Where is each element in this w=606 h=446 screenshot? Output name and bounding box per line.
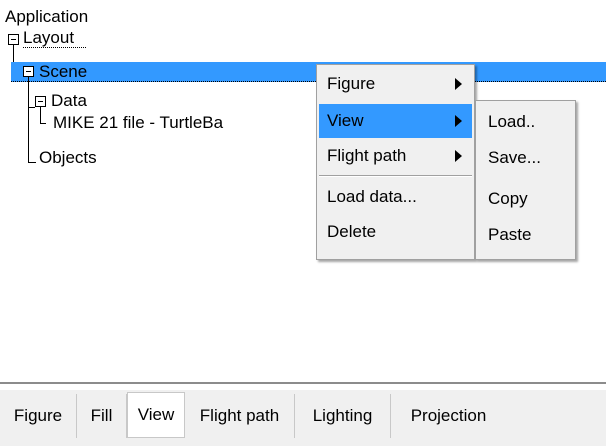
tab-label: Fill bbox=[90, 406, 113, 425]
collapse-layout-icon[interactable] bbox=[8, 34, 19, 45]
menu-item-label: Copy bbox=[488, 189, 528, 208]
menu-item-label: Save... bbox=[488, 148, 541, 167]
tab-fill[interactable]: Fill bbox=[77, 394, 127, 438]
menu-item-load-data[interactable]: Load data... bbox=[319, 180, 472, 214]
menu-separator bbox=[319, 176, 472, 177]
selection-dotted-border bbox=[11, 81, 606, 82]
tab-label: View bbox=[137, 405, 175, 424]
tree-node-mike21-file[interactable]: MIKE 21 file - TurtleBa bbox=[53, 113, 315, 133]
tab-projection[interactable]: Projection bbox=[391, 394, 506, 438]
tree-node-application[interactable]: Application bbox=[5, 7, 88, 27]
tree-connector-line bbox=[28, 107, 35, 108]
collapse-data-icon[interactable] bbox=[35, 96, 46, 107]
menu-item-label: Delete bbox=[327, 222, 377, 241]
tab-bar: Figure Fill View Flight path Lighting Pr… bbox=[0, 390, 606, 446]
tab-label: Figure bbox=[13, 406, 63, 425]
menu-item-label: Flight path bbox=[327, 146, 407, 165]
tree-node-objects[interactable]: Objects bbox=[39, 148, 97, 168]
menu-item-view[interactable]: View bbox=[319, 104, 472, 138]
tab-label: Lighting bbox=[312, 406, 373, 425]
tab-label: Flight path bbox=[199, 406, 280, 425]
menu-item-label: Load data... bbox=[327, 187, 417, 206]
menu-item-label: Load.. bbox=[488, 112, 536, 131]
submenu-arrow-icon bbox=[455, 78, 462, 90]
submenu-item-paste[interactable]: Paste bbox=[478, 218, 573, 252]
tab-figure[interactable]: Figure bbox=[0, 394, 77, 438]
context-menu: Figure View Flight path Load data... Del… bbox=[316, 64, 475, 260]
menu-item-label: Paste bbox=[488, 225, 532, 244]
tree-connector-line bbox=[28, 162, 36, 163]
tab-lighting[interactable]: Lighting bbox=[295, 394, 391, 438]
menu-item-label: Figure bbox=[327, 74, 376, 93]
submenu-item-load[interactable]: Load.. bbox=[478, 105, 573, 139]
focus-underline bbox=[23, 47, 87, 48]
menu-item-flight-path[interactable]: Flight path bbox=[319, 139, 472, 173]
tab-label: Projection bbox=[410, 406, 487, 425]
menu-item-label: View bbox=[327, 111, 364, 130]
tree-connector-line bbox=[40, 123, 46, 124]
submenu-item-save[interactable]: Save... bbox=[478, 141, 573, 175]
tab-flight-path[interactable]: Flight path bbox=[185, 394, 295, 438]
view-submenu: Load.. Save... Copy Paste bbox=[475, 100, 576, 260]
tree-connector-line bbox=[28, 77, 29, 162]
tree-node-data[interactable]: Data bbox=[51, 91, 87, 111]
tree-node-layout[interactable]: Layout bbox=[23, 28, 74, 48]
tab-divider-highlight bbox=[0, 384, 606, 385]
selected-row-highlight bbox=[11, 62, 606, 82]
tree-connector-line bbox=[40, 107, 41, 123]
tab-view[interactable]: View bbox=[127, 392, 185, 438]
menu-item-delete[interactable]: Delete bbox=[319, 215, 472, 249]
submenu-arrow-icon bbox=[455, 115, 462, 127]
tree-node-scene[interactable]: Scene bbox=[39, 62, 87, 82]
collapse-scene-icon[interactable] bbox=[23, 66, 34, 77]
submenu-arrow-icon bbox=[455, 150, 462, 162]
submenu-item-copy[interactable]: Copy bbox=[478, 182, 573, 216]
menu-item-figure[interactable]: Figure bbox=[319, 67, 472, 101]
